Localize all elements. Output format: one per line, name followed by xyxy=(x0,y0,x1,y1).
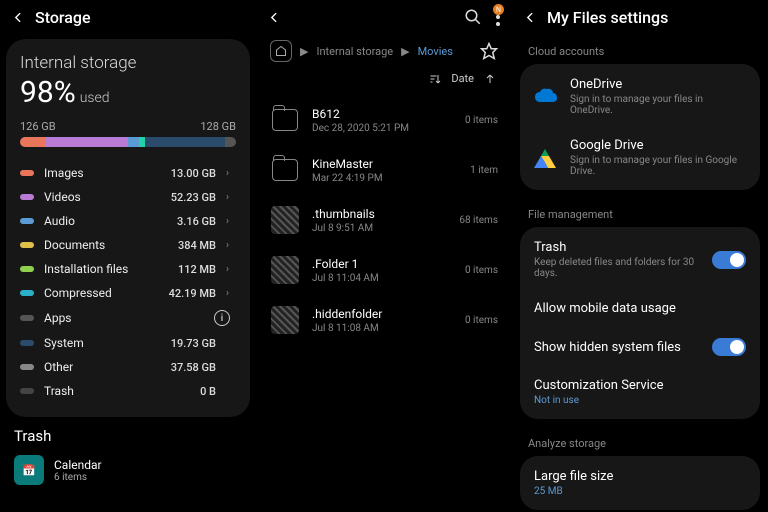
category-trash: Trash0 B xyxy=(20,379,236,403)
file-item[interactable]: .thumbnailsJul 8 9:51 AM68 items xyxy=(270,195,498,245)
category-dot xyxy=(20,218,34,224)
file-item[interactable]: .Folder 1Jul 8 11:04 AM0 items xyxy=(270,245,498,295)
sort-direction-icon[interactable] xyxy=(484,73,496,85)
category-apps: Appsi xyxy=(20,305,236,331)
back-icon[interactable] xyxy=(268,11,281,24)
category-dot xyxy=(20,290,34,296)
category-dot xyxy=(20,242,34,248)
toggle-switch[interactable] xyxy=(712,251,746,269)
cloud-icon xyxy=(534,88,558,106)
cloud-account-onedrive[interactable]: OneDriveSign in to manage your files in … xyxy=(520,66,760,127)
category-dot xyxy=(20,315,34,321)
trash-title: Trash xyxy=(14,427,242,445)
page-title: My Files settings xyxy=(547,8,668,27)
category-dot xyxy=(20,364,34,370)
category-dot xyxy=(20,388,34,394)
setting-trash[interactable]: TrashKeep deleted files and folders for … xyxy=(520,229,760,290)
hidden-folder-icon xyxy=(271,256,299,284)
folder-icon xyxy=(272,109,298,131)
capacity-total: 128 GB xyxy=(200,120,236,133)
calendar-icon: 📅 xyxy=(14,455,44,485)
page-title: Storage xyxy=(35,8,91,27)
sort-icon[interactable] xyxy=(429,73,441,85)
category-dot xyxy=(20,340,34,346)
setting-large-file-size[interactable]: Large file size25 MB xyxy=(520,458,760,508)
chevron-right-icon: › xyxy=(226,288,236,299)
file-item[interactable]: KineMasterMar 22 4:19 PM1 item xyxy=(270,145,498,195)
chevron-right-icon: › xyxy=(226,216,236,227)
chevron-right-icon: › xyxy=(226,264,236,275)
setting-customization-service[interactable]: Customization ServiceNot in use xyxy=(520,367,760,417)
notification-badge: N xyxy=(493,4,504,15)
storage-card: Internal storage 98%used 126 GB 128 GB I… xyxy=(6,39,250,417)
category-compressed[interactable]: Compressed42.19 MB› xyxy=(20,281,236,305)
trash-item[interactable]: 📅 Calendar 6 items xyxy=(14,455,242,485)
cloud-account-google-drive[interactable]: Google DriveSign in to manage your files… xyxy=(520,127,760,188)
storage-bar xyxy=(20,137,236,147)
chevron-right-icon: › xyxy=(226,240,236,251)
setting-allow-mobile-data-usage[interactable]: Allow mobile data usage xyxy=(520,290,760,327)
chevron-right-icon: › xyxy=(226,168,236,179)
folder-icon xyxy=(272,159,298,181)
category-system: System19.73 GB xyxy=(20,331,236,355)
category-installation-files[interactable]: Installation files112 MB› xyxy=(20,257,236,281)
chevron-right-icon: › xyxy=(226,192,236,203)
storage-pane: Storage Internal storage 98%used 126 GB … xyxy=(0,0,256,512)
cloud-icon xyxy=(534,149,558,167)
category-audio[interactable]: Audio3.16 GB› xyxy=(20,209,236,233)
category-documents[interactable]: Documents384 MB› xyxy=(20,233,236,257)
category-other: Other37.58 GB xyxy=(20,355,236,379)
file-item[interactable]: .hiddenfolderJul 8 11:08 AM0 items xyxy=(270,295,498,345)
category-images[interactable]: Images13.00 GB› xyxy=(20,161,236,185)
home-icon[interactable] xyxy=(270,40,292,62)
hidden-folder-icon xyxy=(271,306,299,334)
setting-show-hidden-system-files[interactable]: Show hidden system files xyxy=(520,327,760,367)
settings-pane: My Files settings Cloud accounts OneDriv… xyxy=(512,0,768,512)
toggle-switch[interactable] xyxy=(712,338,746,356)
category-dot xyxy=(20,194,34,200)
search-icon[interactable] xyxy=(464,8,482,26)
file-item[interactable]: B612Dec 28, 2020 5:21 PM0 items xyxy=(270,95,498,145)
star-icon[interactable] xyxy=(480,42,498,60)
hidden-folder-icon xyxy=(271,206,299,234)
sort-label[interactable]: Date xyxy=(451,72,474,85)
back-icon[interactable] xyxy=(12,11,25,24)
category-videos[interactable]: Videos52.23 GB› xyxy=(20,185,236,209)
back-icon[interactable] xyxy=(524,11,537,24)
files-pane: N ▶ Internal storage ▶ Movies Date B612D… xyxy=(256,0,512,512)
more-icon[interactable]: N xyxy=(496,8,500,26)
storage-percent: 98%used xyxy=(20,75,236,110)
info-icon[interactable]: i xyxy=(214,310,230,326)
storage-subtitle: Internal storage xyxy=(20,53,236,73)
breadcrumb[interactable]: ▶ Internal storage ▶ Movies xyxy=(256,34,512,68)
capacity-used: 126 GB xyxy=(20,120,56,133)
category-dot xyxy=(20,266,34,272)
category-dot xyxy=(20,170,34,176)
